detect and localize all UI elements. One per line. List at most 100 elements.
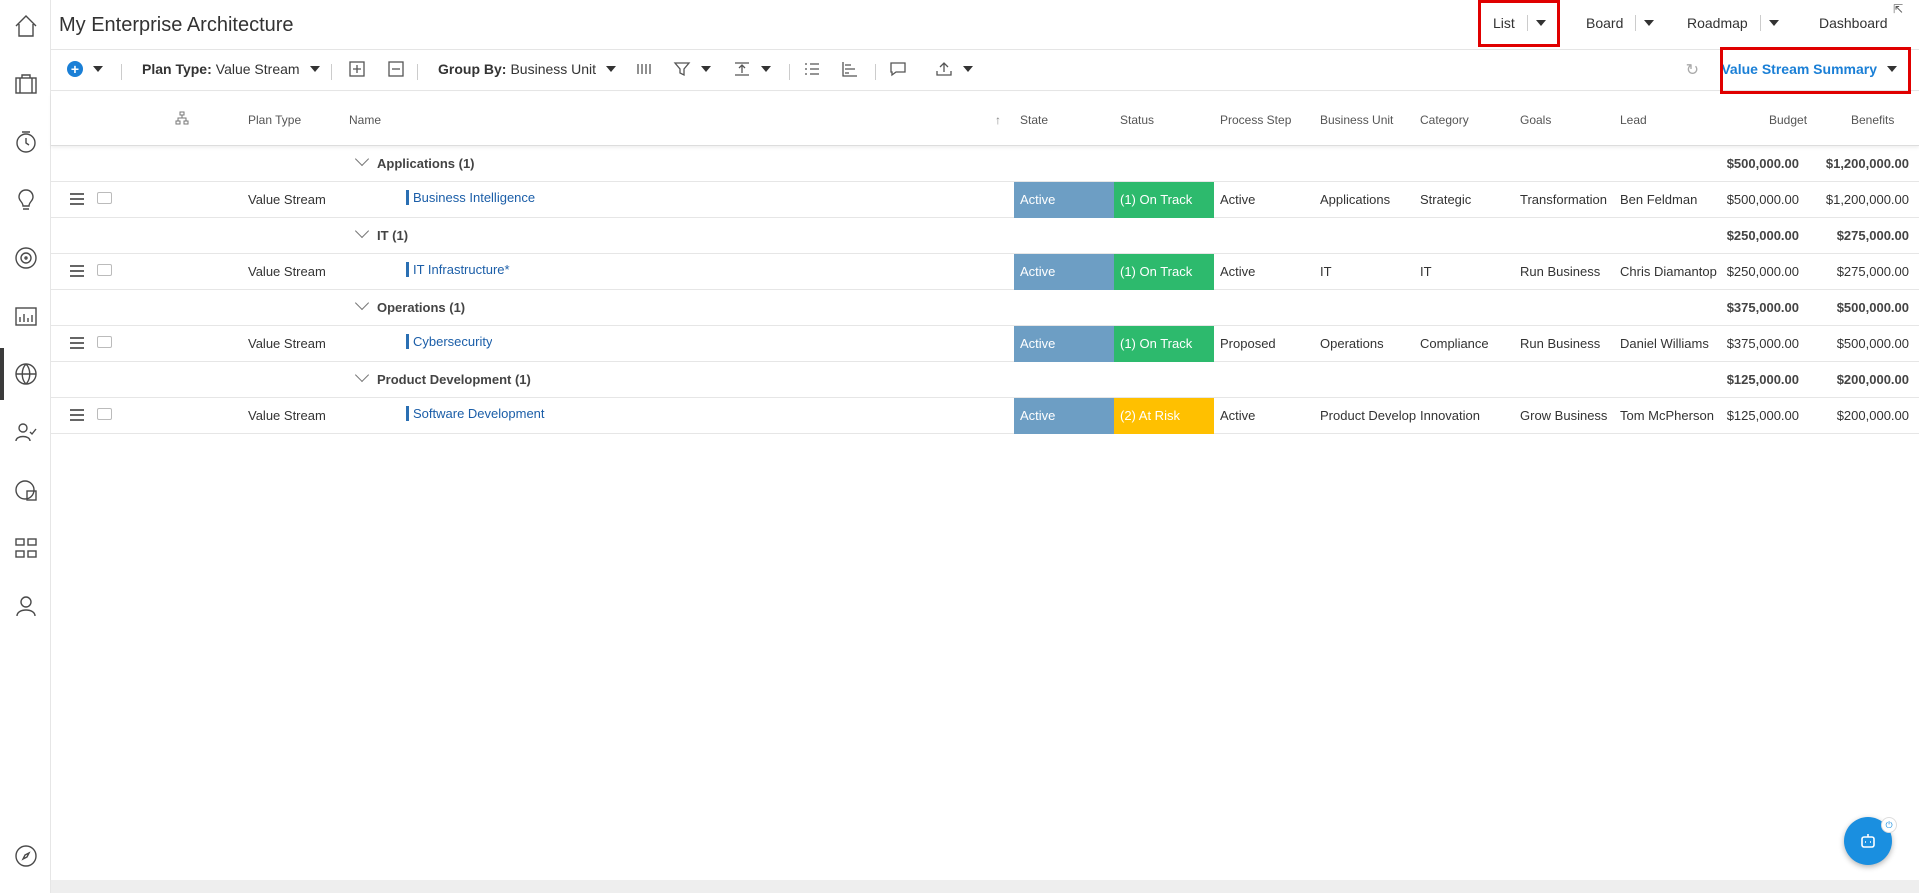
board-dropdown-icon[interactable]	[1644, 20, 1655, 26]
sort-asc-icon[interactable]: ↑	[995, 113, 1001, 127]
chevron-down-icon[interactable]	[354, 367, 370, 383]
tab-board[interactable]: Board	[1586, 15, 1655, 31]
comments-button[interactable]	[889, 61, 907, 77]
cell-benefits: $200,000.00	[1836, 408, 1909, 423]
col-header-budget[interactable]: Budget	[1769, 113, 1807, 127]
plan-type-label: Plan Type:	[142, 61, 212, 77]
row-height-button[interactable]	[733, 61, 771, 77]
table-row[interactable]: Value Stream Business Intelligence Active(…	[51, 182, 1919, 218]
cell-business-unit: Operations	[1320, 336, 1384, 351]
filter-icon	[673, 61, 691, 77]
report-icon[interactable]	[12, 476, 39, 503]
col-header-lead[interactable]: Lead	[1620, 113, 1647, 127]
group-benefits-total: $275,000.00	[1836, 228, 1909, 243]
group-row[interactable]: Operations (1) $375,000.00 $500,000.00	[51, 290, 1919, 326]
collapse-all-icon	[387, 61, 405, 77]
lightbulb-icon[interactable]	[12, 186, 39, 213]
people-check-icon[interactable]	[12, 418, 39, 445]
chevron-down-icon[interactable]	[354, 223, 370, 239]
briefcase-icon[interactable]	[12, 70, 39, 97]
target-icon[interactable]	[12, 244, 39, 271]
chevron-down-icon[interactable]	[354, 151, 370, 167]
expand-all-button[interactable]	[348, 61, 366, 77]
col-header-goals[interactable]: Goals	[1520, 113, 1551, 127]
row-menu-icon[interactable]	[70, 409, 84, 421]
group-row[interactable]: Applications (1) $500,000.00 $1,200,000.00	[51, 146, 1919, 182]
user-icon[interactable]	[12, 592, 39, 619]
add-dropdown-icon	[93, 66, 103, 72]
col-header-plan-type[interactable]: Plan Type	[248, 113, 301, 127]
cell-business-unit: IT	[1320, 264, 1332, 279]
group-budget-total: $250,000.00	[1726, 228, 1799, 243]
tab-dashboard[interactable]: Dashboard	[1819, 15, 1888, 31]
export-button[interactable]	[935, 61, 973, 77]
row-menu-icon[interactable]	[70, 265, 84, 277]
row-comment-icon[interactable]	[97, 192, 112, 204]
chart-icon[interactable]	[12, 302, 39, 329]
power-icon[interactable]: ⏻	[1881, 817, 1897, 833]
col-header-process-step[interactable]: Process Step	[1220, 113, 1291, 127]
table-row[interactable]: Value Stream Cybersecurity Active (1) On Tr…	[51, 326, 1919, 362]
columns-button[interactable]	[635, 61, 653, 77]
chevron-down-icon[interactable]	[354, 295, 370, 311]
col-header-status[interactable]: Status	[1120, 113, 1154, 127]
cell-process-step: Active	[1220, 192, 1256, 207]
cell-name[interactable]: Cybersecurity	[406, 334, 493, 349]
hierarchy-icon[interactable]	[12, 534, 39, 561]
table-row[interactable]: Value Stream IT Infrastructure* Active (1) …	[51, 254, 1919, 290]
globe-icon[interactable]	[12, 360, 39, 387]
toolbar-divider	[417, 64, 418, 80]
gantt-button[interactable]	[841, 61, 859, 77]
cell-status: (1) On Track	[1114, 326, 1214, 362]
cell-benefits: $275,000.00	[1836, 264, 1909, 279]
group-row[interactable]: Product Development (1) $125,000.00 $200,0…	[51, 362, 1919, 398]
row-menu-icon[interactable]	[70, 337, 84, 349]
tab-roadmap[interactable]: Roadmap	[1687, 15, 1779, 31]
cell-name[interactable]: Software Development	[406, 406, 545, 421]
col-header-name[interactable]: Name	[349, 113, 381, 127]
row-comment-icon[interactable]	[97, 264, 112, 276]
filter-button[interactable]	[673, 61, 711, 77]
col-header-business-unit[interactable]: Business Unit	[1320, 113, 1393, 127]
group-row[interactable]: IT (1) $250,000.00 $275,000.00	[51, 218, 1919, 254]
cell-goals: Transformation	[1520, 192, 1607, 207]
collapse-all-button[interactable]	[387, 61, 405, 77]
list-outline-button[interactable]	[803, 61, 821, 77]
page-title: My Enterprise Architecture	[59, 14, 294, 36]
expand-all-icon	[348, 61, 366, 77]
cell-plan-type: Value Stream	[248, 336, 326, 351]
horizontal-scrollbar[interactable]	[51, 880, 1919, 893]
left-nav-sidebar	[0, 0, 51, 893]
col-header-state[interactable]: State	[1020, 113, 1048, 127]
row-menu-icon[interactable]	[70, 193, 84, 205]
home-icon[interactable]	[12, 12, 39, 39]
tab-divider	[1635, 15, 1637, 31]
cell-process-step: Proposed	[1220, 336, 1276, 351]
tab-roadmap-label: Roadmap	[1687, 15, 1748, 31]
clock-icon[interactable]	[12, 128, 39, 155]
plan-type-dropdown[interactable]: Plan Type: Value Stream	[142, 61, 320, 77]
popout-icon[interactable]: ⇱	[1893, 2, 1903, 16]
col-header-category[interactable]: Category	[1420, 113, 1469, 127]
group-by-dropdown[interactable]: Group By: Business Unit	[438, 61, 617, 77]
cell-status: (2) At Risk	[1114, 398, 1214, 434]
hierarchy-toggle-icon[interactable]	[175, 111, 189, 128]
columns-icon	[635, 61, 653, 77]
item-name-link[interactable]: IT Infrastructure*	[406, 262, 510, 277]
cell-name[interactable]: IT Infrastructure*	[406, 262, 510, 277]
compass-icon[interactable]	[12, 842, 39, 869]
refresh-icon[interactable]: ↻	[1686, 60, 1699, 80]
item-name-link[interactable]: Software Development	[406, 406, 545, 421]
col-header-benefits[interactable]: Benefits	[1851, 113, 1894, 127]
table-row[interactable]: Value Stream Software Development Active (2…	[51, 398, 1919, 434]
cell-name[interactable]: Business Intelligence	[406, 190, 536, 205]
item-name-link[interactable]: Cybersecurity	[406, 334, 493, 349]
item-name-link[interactable]: Business Intelligence	[406, 190, 536, 205]
row-comment-icon[interactable]	[97, 336, 112, 348]
add-button[interactable]: +	[67, 61, 103, 77]
row-comment-icon[interactable]	[97, 408, 112, 420]
row-height-caret-icon	[761, 66, 771, 72]
roadmap-dropdown-icon[interactable]	[1768, 20, 1779, 26]
highlight-box-summary	[1720, 47, 1911, 94]
group-benefits-total: $200,000.00	[1836, 372, 1909, 387]
